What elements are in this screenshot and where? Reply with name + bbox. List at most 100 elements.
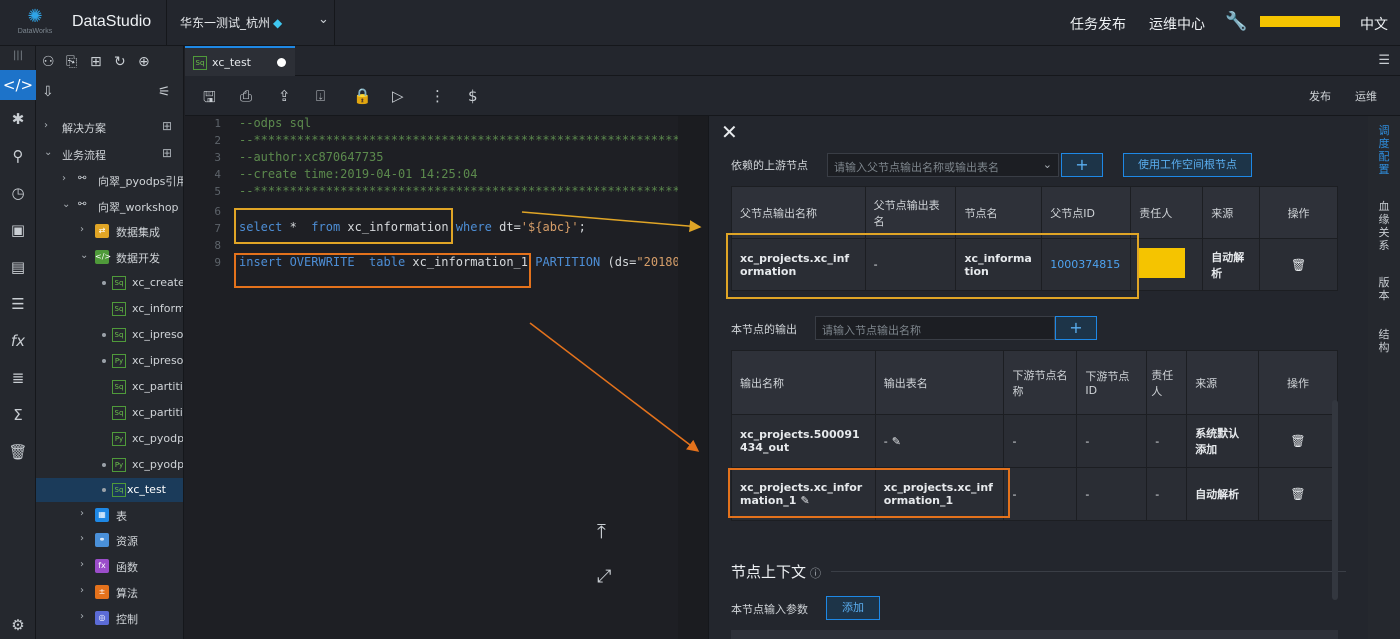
tree-file[interactable]: Py xc_ipresour	[36, 349, 183, 373]
help-icon[interactable]: ⓘ	[810, 567, 821, 580]
tree-item-flow[interactable]: › ⚯ 向翠_pyodps引用	[36, 168, 183, 192]
user-icon[interactable]: ⚇	[42, 54, 55, 70]
table-icon[interactable]: ▤	[0, 258, 36, 276]
add-upstream-button[interactable]: +	[1061, 153, 1103, 177]
history-icon[interactable]: ◷	[0, 184, 36, 202]
tree-file[interactable]: Sq xc_partition	[36, 375, 183, 399]
tree-item-business-flow[interactable]: ⌄ 业务流程 ⊞	[36, 142, 183, 166]
recycle-icon[interactable]: ▣	[0, 221, 36, 239]
tree-item-label: 解决方案	[62, 122, 106, 135]
language-switch[interactable]: 中文	[1360, 14, 1388, 34]
delete-icon[interactable]: 🗑	[1258, 467, 1338, 521]
tab-structure[interactable]: 结构	[1368, 328, 1400, 354]
sql-file-icon: Sq	[112, 276, 126, 290]
resource-icon: ⚭	[95, 533, 109, 547]
scroll-top-icon[interactable]: ⤒	[597, 519, 606, 543]
publish-button[interactable]: 发布	[1309, 88, 1331, 104]
python-file-icon: Py	[112, 432, 126, 446]
input-placeholder: 请输入父节点输出名称或输出表名	[834, 161, 999, 174]
code-icon[interactable]: </>	[0, 70, 36, 100]
close-icon[interactable]: ✕	[721, 120, 738, 144]
submit-icon[interactable]: ⇪	[278, 87, 291, 105]
new-file-icon[interactable]: ⊞	[90, 54, 102, 70]
upstream-search-input[interactable]: 请输入父节点输出名称或输出表名 ⌄	[827, 153, 1059, 177]
chevron-down-icon[interactable]: ⌄	[318, 12, 329, 27]
tree-item-label: 算法	[116, 587, 138, 600]
tree-item-resources[interactable]: › ⚭ 资源	[36, 528, 183, 552]
trash-icon[interactable]: 🗑	[0, 443, 36, 461]
tree-file[interactable]: Py xc_pyodps_	[36, 453, 183, 477]
run-icon[interactable]: ▷	[392, 87, 404, 105]
list-icon[interactable]: ≣	[0, 369, 36, 387]
use-root-node-button[interactable]: 使用工作空间根节点	[1123, 153, 1252, 177]
delete-icon[interactable]: 🗑	[1259, 238, 1338, 291]
line-number: 7	[214, 222, 221, 235]
tree-item-dev[interactable]: ⌄ </> 数据开发	[36, 245, 183, 269]
save-icon[interactable]: 🖫	[203, 87, 216, 112]
edit-icon[interactable]: ✎	[892, 435, 901, 448]
lock-icon[interactable]: 🔒	[353, 87, 372, 105]
delete-icon[interactable]: 🗑	[1258, 414, 1338, 468]
tree-item-flow[interactable]: ⌄ ⚯ 向翠_workshop	[36, 194, 183, 218]
expand-icon[interactable]: ⤢	[597, 566, 611, 587]
save-as-icon[interactable]: ⎙	[240, 87, 252, 105]
tree-file[interactable]: Sq xc_ipresour	[36, 323, 183, 347]
tree-item-integration[interactable]: › ⇄ 数据集成	[36, 219, 183, 243]
tree-file[interactable]: Sq xc_createta	[36, 271, 183, 295]
ops-center-link[interactable]: 运维中心	[1149, 14, 1205, 34]
grid-icon[interactable]: ⊞	[162, 146, 172, 160]
menu-icon[interactable]: ☰	[1378, 53, 1390, 68]
tree-file[interactable]: Sq xc_informa	[36, 297, 183, 321]
refresh-icon[interactable]: ↻	[114, 54, 126, 70]
minimap[interactable]	[678, 116, 708, 639]
component-icon[interactable]: ✱	[0, 110, 36, 128]
search-icon[interactable]: ⚲	[0, 147, 36, 165]
wrench-icon[interactable]: 🔧	[1225, 11, 1247, 32]
chevron-right-icon: ›	[44, 120, 48, 131]
function-icon[interactable]: fx	[0, 332, 36, 350]
unsaved-dot-icon[interactable]	[277, 58, 286, 67]
config-icon[interactable]: ☰	[0, 295, 36, 313]
tab-xc-test[interactable]: Sq xc_test	[185, 46, 295, 76]
cost-icon[interactable]: $	[468, 87, 478, 105]
tree-file-selected[interactable]: Sq xc_test	[36, 478, 183, 502]
code-editor[interactable]: 1 2 3 4 5 6 7 8 9 --odps sql --*********…	[185, 116, 680, 639]
locate-icon[interactable]: ⊕	[138, 54, 150, 70]
sigma-icon[interactable]: Σ	[0, 406, 36, 424]
tab-schedule-config[interactable]: 调度配置	[1368, 124, 1400, 176]
task-publish-link[interactable]: 任务发布	[1070, 14, 1126, 34]
settings-icon[interactable]: ⚙	[0, 616, 36, 634]
panel-scrollbar[interactable]	[1332, 400, 1338, 600]
more-icon[interactable]: ⋮	[430, 87, 445, 105]
import-icon[interactable]: ⇩	[42, 84, 54, 100]
add-output-button[interactable]: +	[1055, 316, 1097, 340]
ops-button[interactable]: 运维	[1355, 88, 1377, 104]
user-account[interactable]	[1260, 16, 1340, 27]
tree-item-solutions[interactable]: › 解决方案 ⊞	[36, 115, 183, 139]
tab-version[interactable]: 版本	[1368, 276, 1400, 302]
tree-item-control[interactable]: › ◎ 控制	[36, 606, 183, 630]
control-icon: ◎	[95, 611, 109, 625]
code-line: --**************************************…	[239, 184, 679, 198]
output-name-input[interactable]: 请输入节点输出名称	[815, 316, 1055, 340]
line-number: 3	[214, 151, 221, 164]
tab-lineage[interactable]: 血缘关系	[1368, 200, 1400, 252]
tree-item-tables[interactable]: › ▦ 表	[36, 503, 183, 527]
chevron-down-icon: ⌄	[44, 147, 53, 158]
column-header: 来源	[1186, 350, 1260, 415]
highlight-box-upstream	[726, 233, 1139, 299]
filter-icon[interactable]: ⚟	[158, 84, 171, 100]
workspace-selector[interactable]: 华东一测试_杭州 ◆	[180, 14, 282, 31]
tree-item-functions[interactable]: › fx 函数	[36, 554, 183, 578]
grid-icon[interactable]: ⊞	[162, 119, 172, 133]
tree-item-algorithms[interactable]: › ± 算法	[36, 580, 183, 604]
chevron-right-icon: ›	[80, 533, 84, 544]
document-icon[interactable]: ⎘	[66, 54, 77, 70]
collapse-icon[interactable]: |||	[0, 50, 36, 61]
tree-file[interactable]: Sq xc_partition	[36, 401, 183, 425]
add-param-button[interactable]: 添加	[826, 596, 880, 620]
export-icon[interactable]: ⍗	[316, 87, 325, 105]
dataworks-logo[interactable]: ✺ DataWorks	[12, 6, 58, 46]
tree-file[interactable]: Py xc_pyodps	[36, 427, 183, 451]
code-line: --odps sql	[239, 116, 312, 130]
